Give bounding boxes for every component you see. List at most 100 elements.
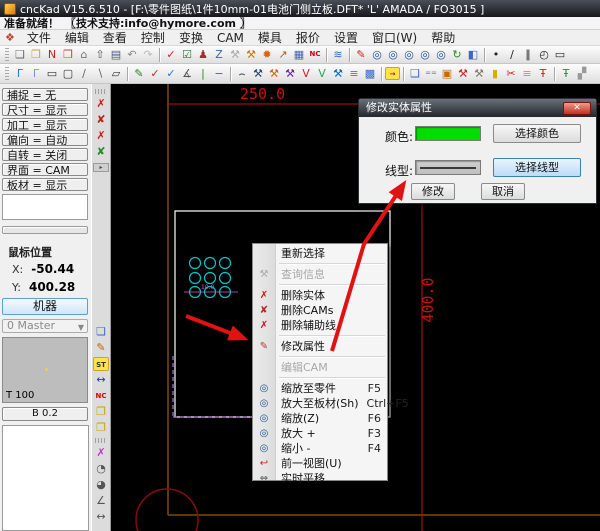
- chamfer2-icon[interactable]: ∖: [92, 66, 108, 81]
- zoom-out-icon[interactable]: ◎: [433, 47, 449, 62]
- machine-button[interactable]: 机器: [2, 298, 88, 315]
- rotate-ccw-icon[interactable]: ◕: [93, 478, 109, 492]
- corner-arc[interactable]: [136, 489, 198, 531]
- menu-item-zoom-to-part[interactable]: ◎缩放至零件F5: [253, 381, 387, 396]
- menu-[interactable]: 控制: [134, 31, 172, 45]
- yellow-ruler-icon[interactable]: ▮: [487, 66, 503, 81]
- layers-icon[interactable]: ≡: [519, 66, 535, 81]
- draw-parallel-icon[interactable]: ∥: [520, 47, 536, 62]
- dimension-label-height[interactable]: 400.0: [419, 277, 437, 322]
- v-check-icon[interactable]: V: [298, 66, 314, 81]
- new-file-icon[interactable]: ❏: [12, 47, 28, 62]
- cut-scissors-icon[interactable]: ✂: [503, 66, 519, 81]
- part-tag-icon[interactable]: Ŧ: [558, 66, 574, 81]
- toggle-dimensions[interactable]: 尺寸 = 显示: [2, 103, 88, 116]
- stripes-icon[interactable]: ≡: [346, 66, 362, 81]
- save-as-icon[interactable]: ⇧: [92, 47, 108, 62]
- menu-item-modify-properties[interactable]: ✎修改属性: [253, 339, 387, 354]
- dialog-title[interactable]: 修改实体属性: [359, 99, 596, 117]
- toggle-interface[interactable]: 界面 = CAM: [2, 163, 88, 176]
- linetype-preview[interactable]: [415, 160, 481, 175]
- menu-item-previous-view[interactable]: ↩前一视图(U): [253, 456, 387, 471]
- punch-add-icon[interactable]: ⚒: [243, 47, 259, 62]
- st-tool-icon[interactable]: ST: [93, 357, 109, 371]
- punch-ac2-icon[interactable]: ⚒: [282, 66, 298, 81]
- open-part-icon[interactable]: ❒: [60, 47, 76, 62]
- master-tool-dropdown[interactable]: 0 Master ▼: [2, 319, 88, 333]
- rounded-rect-icon[interactable]: ▢: [60, 66, 76, 81]
- hole-circle[interactable]: [205, 258, 216, 269]
- verify-blue-icon[interactable]: ✓: [163, 66, 179, 81]
- cancel-button[interactable]: 取消: [481, 183, 525, 200]
- draw-rect-icon[interactable]: ▭: [552, 47, 568, 62]
- save-icon[interactable]: ▤: [108, 47, 124, 62]
- delete-cams-tool-icon[interactable]: ✘: [93, 113, 109, 127]
- undo-icon[interactable]: ↶: [124, 47, 140, 62]
- color-swatch[interactable]: [415, 126, 481, 141]
- edit-notes-icon[interactable]: ✎: [93, 341, 109, 355]
- menu-item-zoom-out[interactable]: ◎缩小 -F4: [253, 441, 387, 456]
- choose-color-button[interactable]: 选择颜色: [493, 124, 581, 143]
- zoom-sheet-icon[interactable]: ◎: [385, 47, 401, 62]
- swap-arrows-icon[interactable]: ↔: [93, 373, 109, 387]
- menu-[interactable]: 查看: [96, 31, 134, 45]
- claw-hammer-icon[interactable]: ⚒: [471, 66, 487, 81]
- post-process-icon[interactable]: ♟: [195, 47, 211, 62]
- menu-item-pan-realtime[interactable]: ⇔实时平移: [253, 471, 387, 486]
- toggle-snap[interactable]: 捕捉 = 无: [2, 88, 88, 101]
- arc-point-icon[interactable]: ⌢: [234, 66, 250, 81]
- preview-doc-icon[interactable]: ❏: [93, 325, 109, 339]
- delete-entity-tool-icon[interactable]: ✗: [93, 97, 109, 111]
- hole-dimension-label[interactable]: 10.0: [201, 284, 215, 291]
- measure-angle-icon[interactable]: ∡: [179, 66, 195, 81]
- zoom-window-icon[interactable]: ◎: [401, 47, 417, 62]
- modify-button[interactable]: 修改: [411, 183, 455, 200]
- delete-move-tool-icon[interactable]: ✗: [93, 129, 109, 143]
- draw-measure-icon[interactable]: ✎: [353, 47, 369, 62]
- menu-item-zoom-to-sheet[interactable]: ◎放大至板材(Sh)Ctrl+F5: [253, 396, 387, 411]
- menu-[interactable]: 模具: [251, 31, 289, 45]
- simulate-icon[interactable]: ≋: [330, 47, 346, 62]
- template-icon[interactable]: ⌂: [76, 47, 92, 62]
- chamfer-icon[interactable]: ∕: [76, 66, 92, 81]
- horizontal-line-icon[interactable]: −: [211, 66, 227, 81]
- menu-[interactable]: 设置: [327, 31, 365, 45]
- vertical-line-icon[interactable]: |: [195, 66, 211, 81]
- menu-item-zoom-in[interactable]: ◎放大 +F3: [253, 426, 387, 441]
- menu-item-delete-guides[interactable]: ✗删除辅助线: [253, 318, 387, 333]
- fillet-icon[interactable]: Γ: [12, 66, 28, 81]
- burn-icon[interactable]: ✹: [259, 47, 275, 62]
- hole-circle[interactable]: [220, 258, 231, 269]
- menu-item-reselect[interactable]: 重新选择: [253, 246, 387, 261]
- tool-list-box[interactable]: [2, 425, 89, 531]
- group-copy-icon[interactable]: ❑: [407, 66, 423, 81]
- hole-circle[interactable]: [205, 273, 216, 284]
- menu-item-delete-cams[interactable]: ✘删除CAMs: [253, 303, 387, 318]
- menu-[interactable]: 报价: [289, 31, 327, 45]
- menu-item-zoom-window[interactable]: ◎缩放(Z)F6: [253, 411, 387, 426]
- menu-[interactable]: 变换: [172, 31, 210, 45]
- cam-checklist-icon[interactable]: ☑: [179, 47, 195, 62]
- auto-cam-icon[interactable]: ✓: [163, 47, 179, 62]
- b-tool-button[interactable]: B 0.2: [2, 407, 88, 421]
- open-file-icon[interactable]: ❒: [28, 47, 44, 62]
- zoom-part-icon[interactable]: ◎: [369, 47, 385, 62]
- menu-item-delete-entity[interactable]: ✗删除实体: [253, 288, 387, 303]
- toolbar-grip[interactable]: [95, 438, 107, 443]
- obround-icon[interactable]: ▱: [108, 66, 124, 81]
- toggle-machining[interactable]: 加工 = 显示: [2, 118, 88, 131]
- pattern-icon[interactable]: ▩: [362, 66, 378, 81]
- panel-divider-bar[interactable]: [2, 226, 88, 234]
- redraw-icon[interactable]: ↻: [449, 47, 465, 62]
- delete-guides-tool-icon[interactable]: ✘: [93, 145, 109, 159]
- hole-circle[interactable]: [190, 258, 201, 269]
- to-sheet-icon[interactable]: ▣: [439, 66, 455, 81]
- punch-fire-icon[interactable]: ⚒: [266, 66, 282, 81]
- menu-[interactable]: 文件: [20, 31, 58, 45]
- rotate-cw-icon[interactable]: ◔: [93, 462, 109, 476]
- angle-icon[interactable]: ∠: [93, 494, 109, 508]
- nest-grid-icon[interactable]: ▦: [291, 47, 307, 62]
- menu-w[interactable]: 窗口(W): [365, 31, 424, 45]
- choose-linetype-button[interactable]: 选择线型: [493, 158, 581, 177]
- draw-line-icon[interactable]: ∕: [504, 47, 520, 62]
